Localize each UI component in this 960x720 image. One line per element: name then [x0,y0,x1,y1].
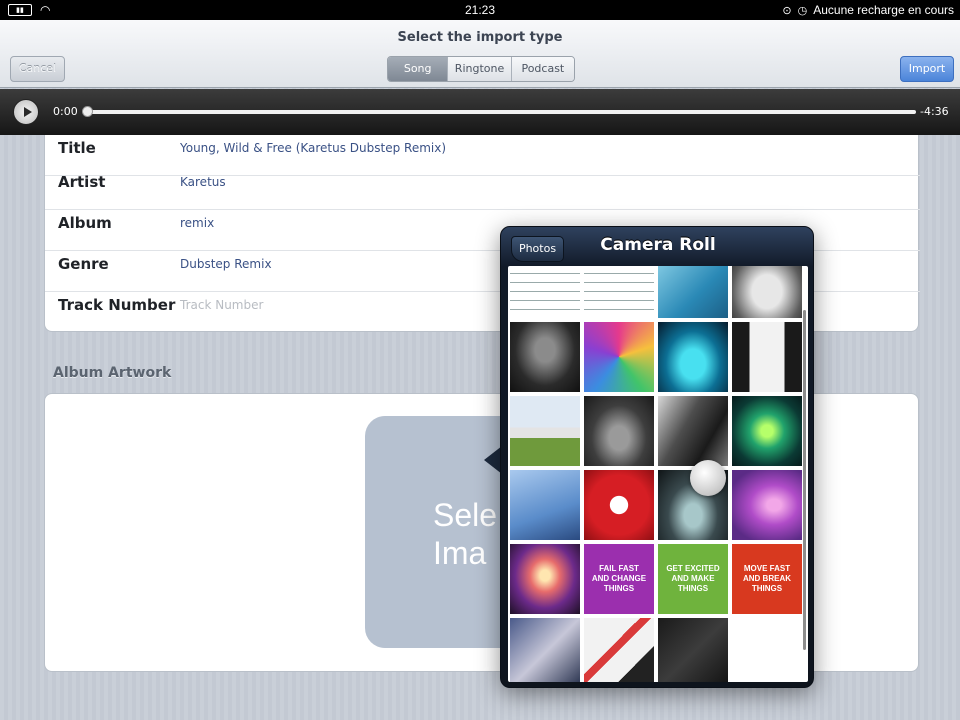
photos-back-button[interactable]: Photos [511,236,564,262]
photo-grid[interactable]: FAIL FAST AND CHANGE THINGS GET EXCITED … [508,266,808,682]
title-field[interactable]: Young, Wild & Free (Karetus Dubstep Remi… [180,141,446,155]
photo-thumb-get-excited[interactable]: GET EXCITED AND MAKE THINGS [658,544,728,614]
import-button[interactable]: Import [900,56,954,82]
fail-fast-text: FAIL FAST AND CHANGE THINGS [591,564,647,593]
photo-grid-scrollbar [803,310,806,650]
photo-thumb-calendar-1[interactable] [510,266,580,318]
photo-thumb-logo[interactable] [658,618,728,682]
progress-slider-track[interactable] [86,110,916,114]
segment-ringtone[interactable]: Ringtone [448,57,512,81]
track-number-field[interactable]: Track Number [180,298,263,312]
assistive-touch-button[interactable] [690,460,726,496]
photo-thumb-silver-car[interactable] [510,396,580,466]
cancel-button[interactable]: Cancel [10,56,65,82]
album-field[interactable]: remix [180,216,214,230]
status-right: ⊙ ◷ Aucune recharge en cours [782,3,954,17]
photo-thumb-cards[interactable] [584,618,654,682]
meta-label: Genre [58,255,109,273]
photo-thumb-soldiers[interactable] [658,396,728,466]
player-bar: 0:00 -4:36 [0,89,960,135]
progress-slider-knob[interactable] [82,106,93,117]
photo-thumb-purple-wave[interactable] [732,470,802,540]
photo-thumb-football-emblem[interactable] [584,470,654,540]
photo-thumb-green-splash[interactable] [732,396,802,466]
photo-thumb-calendar-2[interactable] [584,266,654,318]
photo-thumb-anime[interactable] [510,618,580,682]
photo-thumb-car-white[interactable] [732,266,802,318]
play-button[interactable] [13,99,39,125]
genre-field[interactable]: Dubstep Remix [180,257,272,271]
photo-thumb-aurora[interactable] [510,544,580,614]
meta-row-artist[interactable]: Artist Karetus [45,169,920,210]
meta-label: Title [58,139,96,157]
elapsed-time: 0:00 [53,105,78,118]
get-excited-text: GET EXCITED AND MAKE THINGS [666,564,720,593]
photo-thumb-mask[interactable] [510,322,580,392]
photo-thumb-color-cubes[interactable] [584,322,654,392]
meta-label: Artist [58,173,106,191]
meta-label: Track Number [58,296,176,314]
lock-rotation-icon: ⊙ [782,4,792,17]
segment-podcast[interactable]: Podcast [511,57,574,81]
camera-roll-popover: Camera Roll Photos FAIL FAST AND CHANGE … [500,226,814,688]
photo-thumb-eagle[interactable] [510,470,580,540]
photo-thumb-pool[interactable] [658,266,728,318]
nav-bar: Select the import type Cancel Song Ringt… [0,20,960,88]
import-type-segmented-control: Song Ringtone Podcast [387,56,575,82]
album-artwork-heading: Album Artwork [53,365,172,381]
clock-icon: ◷ [797,4,808,17]
photo-thumb-black-car[interactable] [584,396,654,466]
remaining-time: -4:36 [920,105,949,118]
segment-song[interactable]: Song [388,57,449,81]
move-fast-text: MOVE FAST AND BREAK THINGS [743,564,791,593]
photo-thumb-neon-bars[interactable] [658,322,728,392]
meta-label: Album [58,214,112,232]
status-bar: ▮▮ ◠ 21:23 ⊙ ◷ Aucune recharge en cours [0,0,960,20]
nav-title: Select the import type [397,30,563,45]
photo-thumb-light-door[interactable] [732,322,802,392]
charge-status: Aucune recharge en cours [813,3,954,17]
artist-field[interactable]: Karetus [180,175,226,189]
photo-thumb-move-fast[interactable]: MOVE FAST AND BREAK THINGS [732,544,802,614]
photo-thumb-fail-fast[interactable]: FAIL FAST AND CHANGE THINGS [584,544,654,614]
